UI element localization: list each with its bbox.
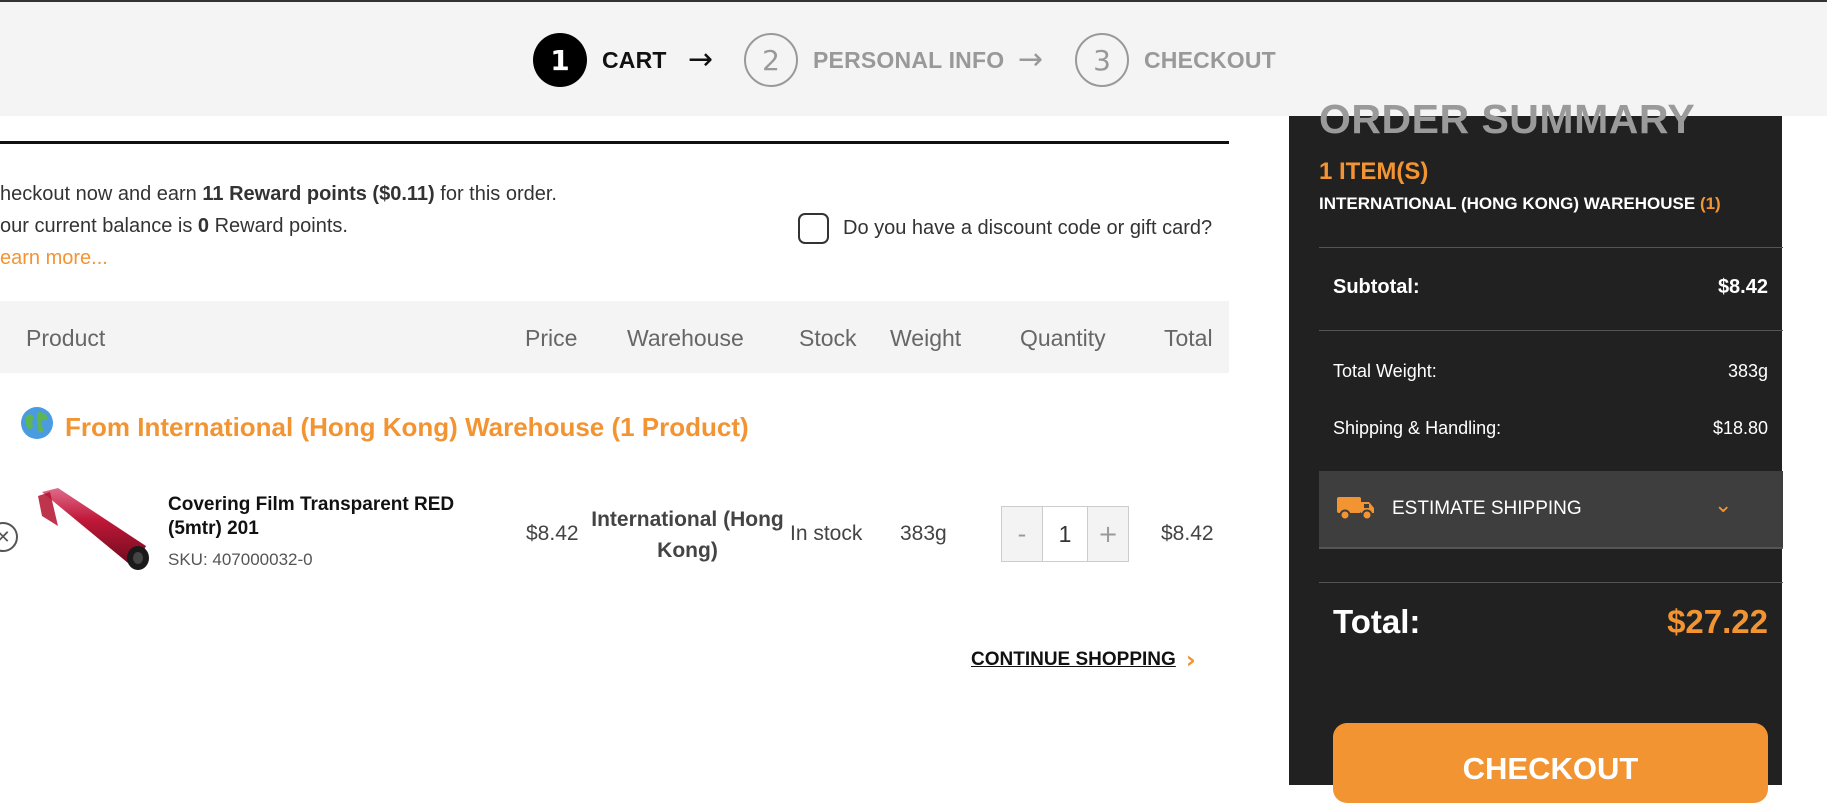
product-image[interactable] bbox=[38, 486, 150, 576]
step-label: CHECKOUT bbox=[1144, 46, 1276, 73]
reward-earn-line: heckout now and earn 11 Reward points ($… bbox=[0, 178, 557, 210]
summary-warehouse-name: INTERNATIONAL (HONG KONG) WAREHOUSE bbox=[1319, 194, 1696, 213]
col-warehouse: Warehouse bbox=[627, 325, 744, 351]
product-name-link[interactable]: Covering Film Transparent RED (5mtr) 201 bbox=[168, 493, 508, 541]
step-arrow-icon: → bbox=[1018, 42, 1044, 77]
truck-icon bbox=[1337, 495, 1375, 526]
chevron-down-icon: ⌄ bbox=[1714, 493, 1733, 518]
col-quantity: Quantity bbox=[1020, 325, 1106, 351]
discount-label: Do you have a discount code or gift card… bbox=[843, 217, 1213, 239]
estimate-shipping-toggle[interactable]: ESTIMATE SHIPPING ⌄ bbox=[1319, 471, 1783, 549]
shipping-row: Shipping & Handling: $18.80 bbox=[1333, 418, 1768, 439]
continue-shopping-label: CONTINUE SHOPPING bbox=[971, 649, 1176, 670]
reward-text: for this order. bbox=[434, 183, 557, 205]
step-label: PERSONAL INFO bbox=[813, 46, 1005, 73]
product-sku: SKU: 407000032-0 bbox=[168, 550, 313, 569]
total-weight-value: 383g bbox=[1727, 361, 1768, 381]
col-stock: Stock bbox=[799, 325, 857, 351]
discount-checkbox[interactable] bbox=[798, 213, 829, 244]
item-count: 1 ITEM(S) bbox=[1319, 158, 1429, 185]
step-label: CART bbox=[602, 46, 667, 73]
quantity-input[interactable]: 1 bbox=[1043, 506, 1087, 562]
step-number: 1 bbox=[533, 33, 587, 87]
total-weight-row: Total Weight: 383g bbox=[1333, 361, 1768, 382]
subtotal-value: $8.42 bbox=[1717, 276, 1768, 298]
continue-shopping-link[interactable]: CONTINUE SHOPPING › bbox=[971, 646, 1196, 674]
remove-item-icon[interactable]: ✕ bbox=[0, 522, 18, 552]
product-price: $8.42 bbox=[526, 522, 579, 545]
reward-balance: 0 bbox=[197, 215, 210, 237]
col-product: Product bbox=[26, 325, 106, 351]
subtotal-label: Subtotal: bbox=[1333, 276, 1420, 298]
step-cart[interactable]: 1 CART bbox=[533, 33, 667, 87]
subtotal-row: Subtotal: $8.42 bbox=[1333, 276, 1768, 299]
chevron-right-icon: › bbox=[1185, 646, 1196, 674]
quantity-stepper: - 1 + bbox=[1001, 506, 1129, 562]
reward-text: heckout now and earn bbox=[0, 183, 203, 205]
cart-table-header: Product Price Warehouse Stock Weight Qua… bbox=[0, 301, 1229, 373]
summary-warehouse-count: (1) bbox=[1699, 194, 1721, 213]
col-weight: Weight bbox=[890, 325, 962, 351]
product-weight: 383g bbox=[900, 522, 947, 545]
step-number: 2 bbox=[744, 33, 798, 87]
warehouse-group-title: From International (Hong Kong) Warehouse… bbox=[20, 406, 749, 448]
checkout-button[interactable]: CHECKOUT bbox=[1333, 723, 1768, 803]
reward-text: our current balance is bbox=[0, 215, 198, 237]
cart-divider bbox=[0, 141, 1229, 144]
total-label: Total: bbox=[1333, 603, 1421, 640]
product-stock: In stock bbox=[790, 522, 863, 545]
step-number: 3 bbox=[1075, 33, 1129, 87]
reward-text: Reward points. bbox=[209, 215, 348, 237]
discount-toggle[interactable]: Do you have a discount code or gift card… bbox=[798, 213, 1212, 244]
summary-divider bbox=[1319, 330, 1783, 331]
quantity-increase-button[interactable]: + bbox=[1087, 506, 1129, 562]
shipping-label: Shipping & Handling: bbox=[1333, 418, 1502, 438]
product-warehouse: International (Hong Kong) bbox=[591, 508, 784, 562]
order-summary-title: ORDER SUMMARY bbox=[1319, 96, 1696, 142]
quantity-decrease-button[interactable]: - bbox=[1001, 506, 1043, 562]
total-value: $27.22 bbox=[1667, 603, 1768, 640]
order-summary-panel bbox=[1289, 116, 1782, 785]
total-row: Total: $27.22 bbox=[1333, 603, 1768, 641]
step-checkout[interactable]: 3 CHECKOUT bbox=[1075, 33, 1276, 87]
summary-divider bbox=[1319, 247, 1783, 248]
col-total: Total bbox=[1164, 325, 1213, 351]
product-total: $8.42 bbox=[1161, 522, 1214, 545]
shipping-value: $18.80 bbox=[1712, 418, 1768, 438]
learn-more-link[interactable]: earn more... bbox=[0, 242, 557, 274]
col-price: Price bbox=[525, 325, 578, 351]
reward-info: heckout now and earn 11 Reward points ($… bbox=[0, 178, 557, 274]
step-personal-info[interactable]: 2 PERSONAL INFO bbox=[744, 33, 1004, 87]
summary-divider bbox=[1319, 582, 1783, 583]
step-arrow-icon: → bbox=[688, 42, 714, 77]
summary-warehouse-line: INTERNATIONAL (HONG KONG) WAREHOUSE (1) bbox=[1319, 194, 1721, 214]
globe-icon bbox=[20, 406, 54, 448]
reward-points: 11 Reward points ($0.11) bbox=[202, 183, 435, 205]
warehouse-group-label: From International (Hong Kong) Warehouse… bbox=[65, 411, 749, 442]
total-weight-label: Total Weight: bbox=[1333, 361, 1437, 381]
reward-balance-line: our current balance is 0 Reward points. bbox=[0, 210, 557, 242]
estimate-shipping-label: ESTIMATE SHIPPING bbox=[1392, 498, 1582, 519]
